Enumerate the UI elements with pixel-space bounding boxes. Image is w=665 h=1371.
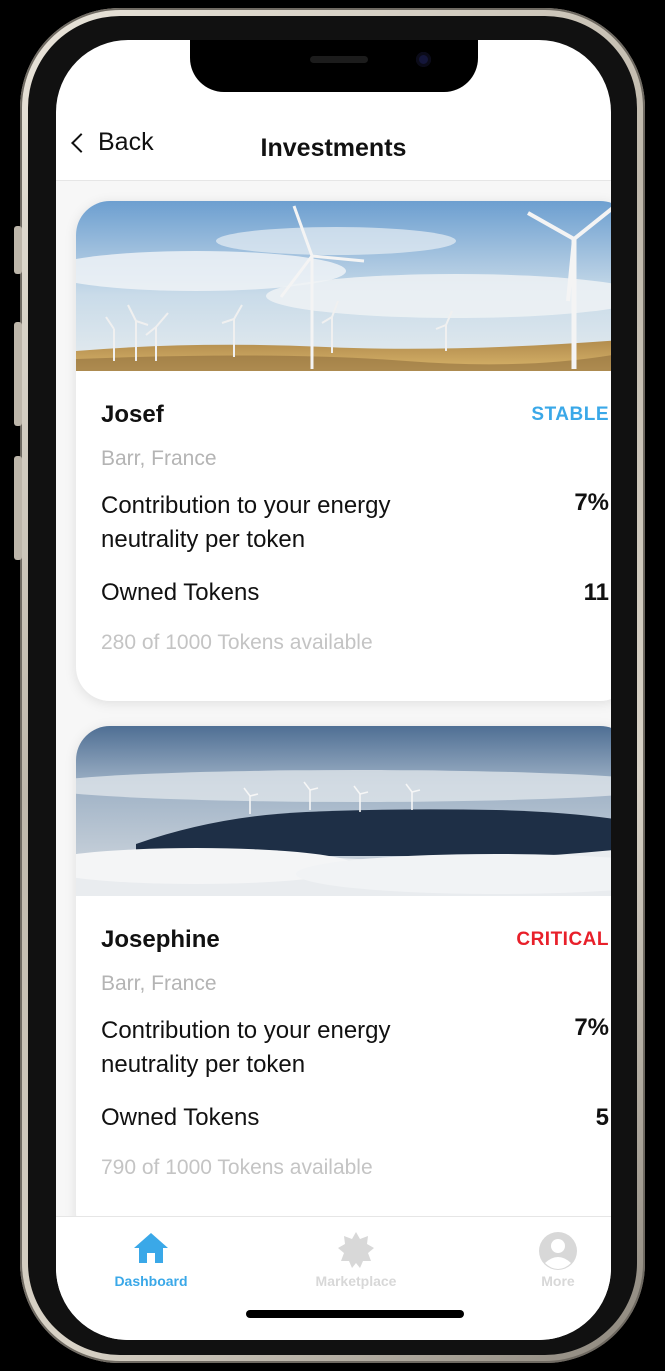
volume-down-button: [14, 456, 22, 560]
investment-card-josephine[interactable]: Josephine CRITICAL Barr, France Contribu…: [76, 726, 611, 1216]
card-header-row: Josef STABLE: [101, 371, 609, 429]
contribution-label: Contribution to your energy neutrality p…: [101, 492, 391, 553]
tokens-available: 280 of 1000 Tokens available: [101, 631, 373, 654]
owned-tokens-label: Owned Tokens: [101, 579, 260, 606]
contribution-value: 7%: [574, 1014, 609, 1041]
notch: [190, 40, 478, 92]
owned-tokens-row: Owned Tokens 5: [101, 1082, 609, 1132]
contribution-value: 7%: [574, 489, 609, 516]
speaker-grille: [310, 56, 368, 63]
tab-dashboard[interactable]: Dashboard: [81, 1231, 221, 1289]
app-screen: Back Investments Josef STABLE Barr, Fran…: [56, 40, 611, 1340]
tab-marketplace[interactable]: Marketplace: [286, 1231, 426, 1289]
wind-farm-field-image: [76, 201, 611, 371]
investment-list[interactable]: Josef STABLE Barr, France Contribution t…: [56, 181, 611, 1216]
card-header-row: Josephine CRITICAL: [101, 896, 609, 954]
wind-farm-clouds-image: [76, 726, 611, 896]
home-indicator: [246, 1310, 464, 1318]
badge-icon: [338, 1232, 374, 1268]
owned-tokens-label: Owned Tokens: [101, 1104, 260, 1131]
card-body: Josef STABLE Barr, France Contribution t…: [76, 371, 611, 655]
status-badge: STABLE: [531, 404, 609, 425]
page-title: Investments: [260, 134, 407, 162]
contribution-row: Contribution to your energy neutrality p…: [101, 471, 609, 557]
home-icon: [134, 1233, 168, 1263]
contribution-label: Contribution to your energy neutrality p…: [101, 1017, 391, 1078]
tab-more[interactable]: More: [488, 1231, 611, 1289]
investment-card-josef[interactable]: Josef STABLE Barr, France Contribution t…: [76, 201, 611, 701]
owned-tokens-value: 11: [583, 579, 609, 606]
front-camera: [416, 52, 431, 67]
navigation-bar: Back Investments: [56, 118, 611, 181]
owned-tokens-row: Owned Tokens 11: [101, 557, 609, 607]
card-body: Josephine CRITICAL Barr, France Contribu…: [76, 896, 611, 1180]
plant-name: Josef: [101, 401, 164, 428]
tab-bar: Dashboard Marketplace More: [56, 1216, 611, 1340]
owned-tokens-value: 5: [595, 1104, 609, 1131]
mute-switch: [14, 226, 22, 274]
status-badge: CRITICAL: [516, 929, 609, 950]
tokens-available: 790 of 1000 Tokens available: [101, 1156, 373, 1179]
plant-name: Josephine: [101, 926, 220, 953]
tab-label: Dashboard: [114, 1273, 188, 1289]
volume-up-button: [14, 322, 22, 426]
contribution-row: Contribution to your energy neutrality p…: [101, 996, 609, 1082]
plant-location: Barr, France: [101, 447, 217, 470]
plant-location: Barr, France: [101, 972, 217, 995]
user-circle-icon: [539, 1232, 577, 1270]
tab-label: More: [541, 1273, 575, 1289]
tab-label: Marketplace: [315, 1273, 397, 1289]
